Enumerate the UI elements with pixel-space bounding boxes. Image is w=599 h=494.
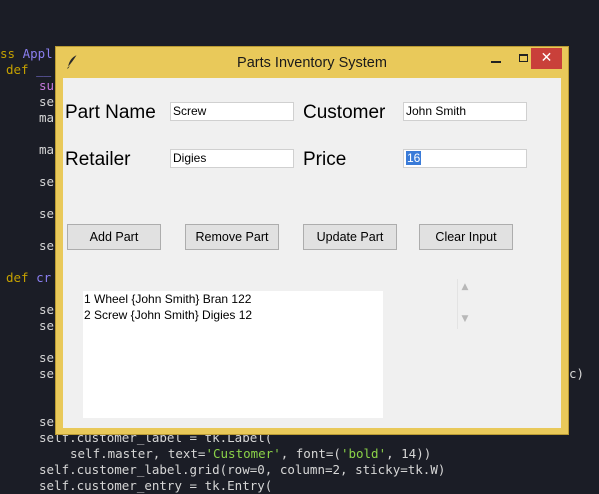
code-text: __	[36, 62, 52, 77]
customer-label: Customer	[303, 102, 386, 123]
code-line: se	[39, 238, 55, 253]
code-text: , 14))	[386, 446, 432, 461]
close-button[interactable]: ✕	[531, 48, 562, 69]
code-keyword: ss	[0, 46, 16, 61]
code-line: self.customer_entry = tk.Entry(	[39, 478, 273, 493]
client-area: Part Name Screw Customer John Smith Reta…	[63, 78, 561, 428]
parts-listbox[interactable]: 1 Wheel {John Smith} Bran 122 2 Screw {J…	[83, 291, 383, 418]
app-window: Parts Inventory System ✕ Part Name Screw…	[55, 46, 569, 435]
retailer-input[interactable]: Digies	[170, 149, 294, 168]
add-part-button[interactable]: Add Part	[67, 224, 161, 250]
price-input[interactable]: 16	[403, 149, 527, 168]
code-line: def __	[6, 62, 51, 78]
code-string: 'Customer'	[205, 446, 281, 461]
maximize-icon	[519, 54, 528, 62]
code-line: self.master, text='Customer', font=('bol…	[70, 446, 431, 462]
code-line: se	[39, 414, 55, 429]
code-line: c)	[569, 366, 585, 381]
retailer-label: Retailer	[65, 149, 131, 170]
scroll-down-icon[interactable]: ▼	[458, 313, 472, 325]
code-line: se	[39, 174, 55, 189]
close-icon: ✕	[540, 50, 553, 66]
code-string: 'bold'	[340, 446, 387, 461]
code-line: se	[39, 366, 55, 381]
clear-input-button[interactable]: Clear Input	[419, 224, 513, 250]
code-keyword: def	[6, 270, 29, 285]
code-line: ss Appl	[0, 46, 53, 62]
minimize-button[interactable]	[482, 48, 510, 69]
code-text: cr	[36, 270, 52, 285]
price-selected-text: 16	[406, 151, 422, 165]
update-part-button[interactable]: Update Part	[303, 224, 397, 250]
part-name-label: Part Name	[65, 102, 156, 123]
code-text: self.master, text=	[70, 446, 206, 461]
minimize-icon	[491, 61, 501, 63]
code-line: ma	[39, 142, 55, 157]
code-text: su	[39, 78, 55, 93]
code-keyword: def	[6, 62, 29, 77]
code-line: ma	[39, 110, 55, 125]
list-item[interactable]: 2 Screw {John Smith} Digies 12	[84, 307, 252, 323]
part-name-input[interactable]: Screw	[170, 102, 294, 121]
code-text: , font=(	[280, 446, 341, 461]
code-line: se	[39, 318, 55, 333]
code-line: self.customer_label.grid(row=0, column=2…	[39, 462, 446, 477]
list-item[interactable]: 1 Wheel {John Smith} Bran 122	[84, 291, 251, 307]
listbox-scrollbar[interactable]: ▲ ▼	[457, 279, 471, 329]
customer-input[interactable]: John Smith	[403, 102, 527, 121]
price-label: Price	[303, 149, 347, 170]
title-bar[interactable]: Parts Inventory System ✕	[56, 47, 568, 77]
code-line: se	[39, 350, 55, 365]
code-class-name: Appl	[22, 46, 53, 61]
code-line: se	[39, 206, 55, 221]
code-line: su	[39, 78, 54, 94]
code-line: def cr	[6, 270, 51, 286]
scroll-up-icon[interactable]: ▲	[458, 281, 472, 293]
remove-part-button[interactable]: Remove Part	[185, 224, 279, 250]
code-line: se	[39, 94, 55, 109]
code-line: se	[39, 302, 55, 317]
